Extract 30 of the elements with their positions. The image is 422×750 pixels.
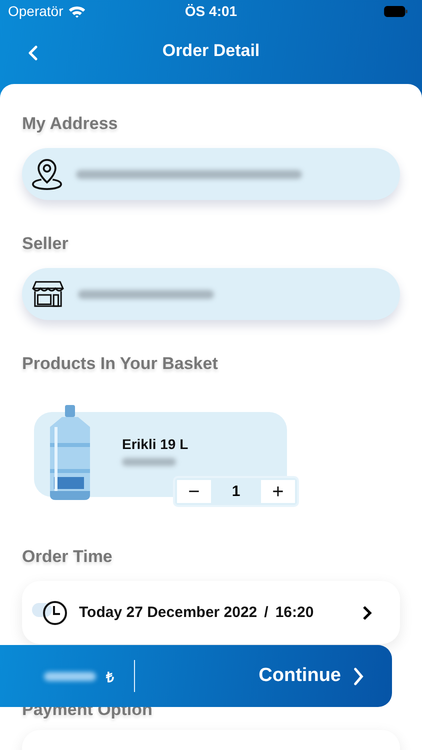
battery-icon bbox=[384, 6, 408, 16]
section-heading: Products In Your Basket bbox=[22, 354, 218, 374]
section-heading: Payment Option bbox=[22, 700, 152, 720]
product-name: Erikli 19 L bbox=[122, 436, 188, 452]
blurred-text bbox=[44, 672, 96, 680]
back-button[interactable] bbox=[26, 43, 40, 63]
page-title: Order Detail bbox=[162, 41, 260, 61]
wifi-icon bbox=[68, 4, 86, 18]
date-time-separator: / bbox=[264, 604, 268, 621]
order-time: 16:20 bbox=[275, 604, 314, 621]
blurred-text bbox=[122, 458, 176, 466]
continue-button[interactable]: Continue bbox=[254, 661, 368, 691]
seller-field[interactable] bbox=[22, 268, 400, 320]
quantity-value: 1 bbox=[232, 483, 240, 500]
section-heading: Seller bbox=[22, 234, 68, 254]
decrease-button[interactable]: − bbox=[177, 480, 211, 503]
carrier-name: Operatör bbox=[8, 3, 64, 19]
location-pin-icon bbox=[32, 158, 62, 190]
order-date: Today 27 December 2022 bbox=[79, 604, 258, 621]
currency-symbol: ₺ bbox=[106, 668, 114, 686]
increase-button[interactable]: + bbox=[261, 480, 295, 503]
store-icon bbox=[32, 280, 64, 308]
section-heading: My Address bbox=[22, 114, 118, 134]
order-time-card[interactable]: Today 27 December 2022 / 16:20 bbox=[22, 581, 400, 644]
chevron-right-icon bbox=[362, 604, 372, 620]
chevron-right-icon bbox=[353, 666, 364, 686]
address-field[interactable] bbox=[22, 148, 400, 200]
clock-icon bbox=[42, 600, 68, 626]
section-heading: Order Time bbox=[22, 547, 112, 567]
status-time: ÖS 4:01 bbox=[184, 3, 238, 19]
